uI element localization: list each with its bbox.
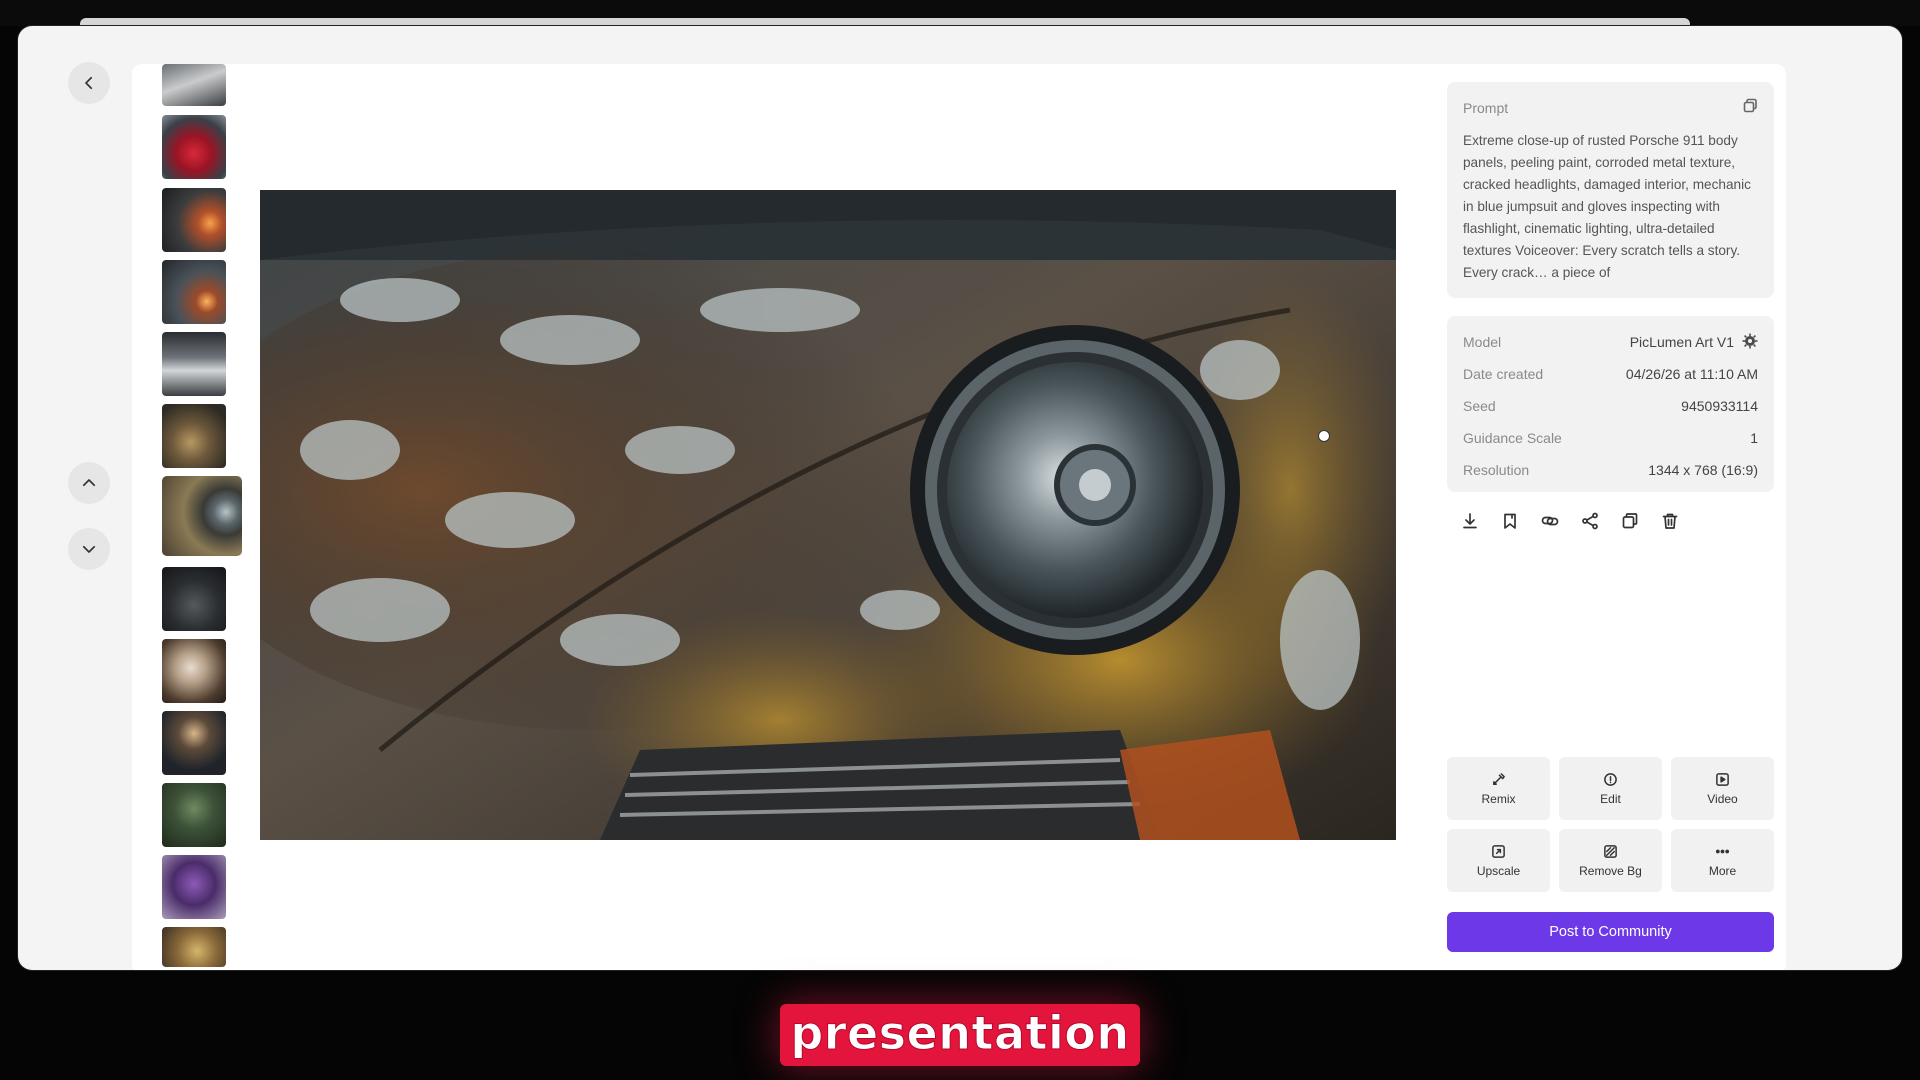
edit-label: Edit xyxy=(1600,791,1621,806)
link-button[interactable] xyxy=(1541,512,1559,530)
thumbnail[interactable] xyxy=(162,332,226,396)
rusted-car-image xyxy=(260,190,1396,840)
meta-row-guidance: Guidance Scale 1 xyxy=(1463,422,1758,454)
video-frame: Prompt Extreme close-up of rusted Porsch… xyxy=(0,0,1920,1080)
meta-row-resolution: Resolution 1344 x 768 (16:9) xyxy=(1463,454,1758,486)
upscale-button[interactable]: Upscale xyxy=(1447,829,1550,892)
thumbnail-active[interactable] xyxy=(162,476,242,556)
prompt-card: Prompt Extreme close-up of rusted Porsch… xyxy=(1447,82,1774,298)
action-grid: Remix Edit Video Upscale Remove Bg More xyxy=(1447,757,1774,892)
duplicate-icon xyxy=(1622,513,1638,529)
meta-value: 1 xyxy=(1750,430,1758,446)
bookmark-button[interactable] xyxy=(1501,512,1519,530)
meta-row-seed: Seed 9450933114 xyxy=(1463,390,1758,422)
app-window: Prompt Extreme close-up of rusted Porsch… xyxy=(18,26,1902,970)
share-icon xyxy=(1582,512,1598,530)
edit-icon xyxy=(1604,772,1617,786)
remove-bg-icon xyxy=(1604,844,1617,858)
copy-icon xyxy=(1743,98,1757,112)
meta-row-date: Date created 04/26/26 at 11:10 AM xyxy=(1463,358,1758,390)
remix-icon xyxy=(1493,772,1505,785)
remix-button[interactable]: Remix xyxy=(1447,757,1550,820)
thumbnail-strip[interactable] xyxy=(162,64,252,970)
thumbnail[interactable] xyxy=(162,711,226,775)
prompt-text: Extreme close-up of rusted Porsche 911 b… xyxy=(1463,133,1751,280)
mouse-cursor xyxy=(1318,430,1330,442)
model-badge-icon xyxy=(1742,333,1758,352)
upscale-label: Upscale xyxy=(1476,863,1521,878)
video-label: Video xyxy=(1707,791,1738,806)
remove-bg-label: Remove Bg xyxy=(1579,863,1642,878)
meta-label: Guidance Scale xyxy=(1463,430,1562,446)
meta-label: Date created xyxy=(1463,366,1544,382)
details-sidebar: Prompt Extreme close-up of rusted Porsch… xyxy=(1447,82,1774,962)
meta-row-model: Model PicLumen Art V1 xyxy=(1463,326,1758,358)
back-button[interactable] xyxy=(68,62,110,104)
main-panel: Prompt Extreme close-up of rusted Porsch… xyxy=(132,64,1786,970)
thumbnail[interactable] xyxy=(162,115,226,179)
previous-image-button[interactable] xyxy=(68,462,110,504)
edit-button[interactable]: Edit xyxy=(1559,757,1662,820)
thumbnail[interactable] xyxy=(162,404,226,468)
upscale-icon xyxy=(1492,844,1505,858)
meta-label: Resolution xyxy=(1463,462,1530,478)
video-caption: presentation xyxy=(0,990,1920,1080)
meta-label: Model xyxy=(1463,334,1502,350)
video-icon xyxy=(1716,772,1729,786)
post-to-community-button[interactable]: Post to Community xyxy=(1447,912,1774,952)
download-icon xyxy=(1463,513,1477,529)
share-button[interactable] xyxy=(1581,512,1599,530)
main-image[interactable] xyxy=(260,190,1396,840)
image-toolbar xyxy=(1447,512,1679,530)
chevron-left-icon xyxy=(85,76,93,90)
meta-value: 1344 x 768 (16:9) xyxy=(1648,462,1758,478)
delete-button[interactable] xyxy=(1661,512,1679,530)
copy-prompt-button[interactable] xyxy=(1742,98,1758,119)
more-icon xyxy=(1715,849,1730,853)
meta-label: Seed xyxy=(1463,398,1496,414)
meta-value: 9450933114 xyxy=(1681,398,1758,414)
metadata-card: Model PicLumen Art V1 Date created 04/26… xyxy=(1447,316,1774,492)
chevron-down-icon xyxy=(82,545,96,553)
next-image-button[interactable] xyxy=(68,528,110,570)
thumbnail[interactable] xyxy=(162,64,226,106)
link-icon xyxy=(1541,516,1559,526)
download-button[interactable] xyxy=(1461,512,1479,530)
thumbnail[interactable] xyxy=(162,783,226,847)
duplicate-button[interactable] xyxy=(1621,512,1639,530)
trash-icon xyxy=(1662,513,1678,529)
bookmark-icon xyxy=(1504,513,1516,529)
chevron-up-icon xyxy=(82,479,96,487)
thumbnail[interactable] xyxy=(162,260,226,324)
thumbnail[interactable] xyxy=(162,927,226,967)
caption-text: presentation xyxy=(780,1004,1140,1066)
meta-value: PicLumen Art V1 xyxy=(1630,333,1758,352)
thumbnail[interactable] xyxy=(162,639,226,703)
more-button[interactable]: More xyxy=(1671,829,1774,892)
thumbnail[interactable] xyxy=(162,188,226,252)
meta-value: 04/26/26 at 11:10 AM xyxy=(1625,366,1758,382)
thumbnail[interactable] xyxy=(162,567,226,631)
more-label: More xyxy=(1708,863,1737,878)
thumbnail[interactable] xyxy=(162,855,226,919)
model-name: PicLumen Art V1 xyxy=(1629,334,1734,350)
prompt-label: Prompt xyxy=(1463,100,1509,116)
remove-bg-button[interactable]: Remove Bg xyxy=(1559,829,1662,892)
remix-label: Remix xyxy=(1481,791,1516,806)
video-button[interactable]: Video xyxy=(1671,757,1774,820)
